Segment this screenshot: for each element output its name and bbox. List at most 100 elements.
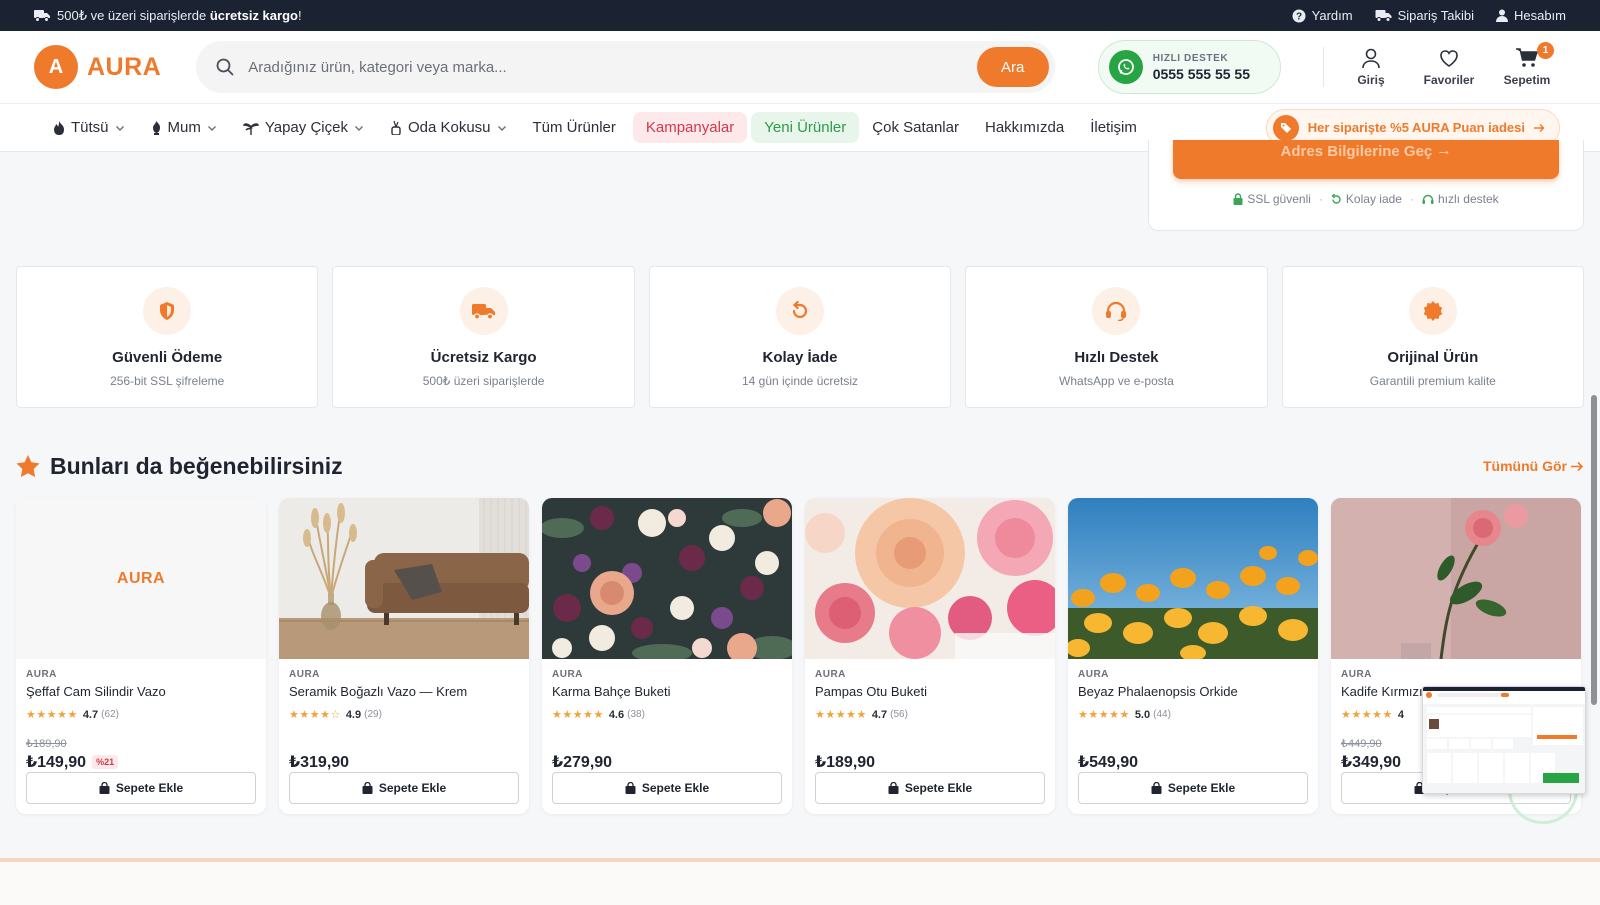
product-price: ₺319,90 <box>289 754 350 771</box>
screenshot-thumbnail[interactable] <box>1422 686 1586 794</box>
lock-icon <box>1233 193 1243 205</box>
chevron-down-icon <box>207 125 216 131</box>
nav-item-tum-urunler[interactable]: Tüm Ürünler <box>520 112 629 143</box>
feature-title: Hızlı Destek <box>1074 349 1159 366</box>
truck-icon <box>34 9 50 22</box>
favorites-button[interactable]: Favoriler <box>1410 47 1488 87</box>
top-announcement-bar: 500₺ ve üzeri siparişlerde ücretsiz karg… <box>0 0 1600 31</box>
placeholder-logo-text: AURA <box>116 569 166 587</box>
nav-item-yeni-urunler[interactable]: Yeni Ürünler <box>751 112 860 143</box>
product-name[interactable]: Pampas Otu Buketi <box>815 684 1045 699</box>
product-brand: AURA <box>26 669 57 680</box>
product-name[interactable]: Beyaz Phalaenopsis Orkide <box>1078 684 1308 699</box>
whatsapp-float-button[interactable] <box>1508 790 1578 824</box>
rating-value: 4.7 <box>871 708 888 721</box>
rating-stars-icon: ★★★★★ <box>26 709 78 721</box>
product-price: ₺279,90 <box>552 754 613 771</box>
proceed-to-address-button[interactable]: Adres Bilgilerine Geç → <box>1173 140 1559 179</box>
headset-icon <box>1422 194 1434 205</box>
product-name[interactable]: Şeffaf Cam Silindir Vazo <box>26 684 256 699</box>
truck-icon <box>1375 9 1392 22</box>
product-image-placeholder: AURA <box>16 498 266 659</box>
points-text: Her siparişte %5 AURA Puan iadesi <box>1307 120 1525 135</box>
chevron-down-icon <box>497 125 506 131</box>
help-link[interactable]: ? Yardım <box>1292 8 1353 23</box>
footer <box>0 862 1600 905</box>
add-to-cart-label: Sepete Ekle <box>378 781 447 795</box>
product-card[interactable]: AURA AURA Şeffaf Cam Silindir Vazo ★★★★★… <box>16 498 266 814</box>
site-header: A AURA Ara HIZLI DESTEK 0555 555 55 55 G… <box>0 31 1600 103</box>
product-name[interactable]: Seramik Boğazlı Vazo — Krem <box>289 684 519 699</box>
product-card[interactable]: AURA Karma Bahçe Buketi ★★★★★ 4.6 (38) ₺27… <box>542 498 792 814</box>
add-to-cart-label: Sepete Ekle <box>904 781 973 795</box>
whatsapp-icon <box>1108 50 1143 84</box>
product-rating: ★★★★★ 4.7 (62) <box>26 708 256 722</box>
nav-label: Mum <box>167 119 201 136</box>
search-icon <box>216 58 234 76</box>
cart-count-badge: 1 <box>1537 42 1554 59</box>
nav-item-cok-satanlar[interactable]: Çok Satanlar <box>859 112 972 143</box>
product-price: ₺349,90 <box>1341 754 1402 771</box>
logo[interactable]: A AURA <box>34 45 161 89</box>
whatsapp-support[interactable]: HIZLI DESTEK 0555 555 55 55 <box>1097 40 1281 94</box>
nav-item-iletisim[interactable]: İletişim <box>1077 112 1150 143</box>
add-to-cart-button[interactable]: Sepete Ekle <box>815 772 1045 804</box>
add-to-cart-button[interactable]: Sepete Ekle <box>26 772 256 804</box>
feature-card: Ücretsiz Kargo 500₺ üzeri siparişlerde <box>332 266 635 408</box>
old-price <box>289 737 519 749</box>
cart-label: Sepetim <box>1503 73 1551 87</box>
product-image <box>805 498 1055 659</box>
product-card[interactable]: AURA Beyaz Phalaenopsis Orkide ★★★★★ 5.0(… <box>1068 498 1318 814</box>
feature-subtitle: 500₺ üzeri siparişlerde <box>422 374 545 388</box>
logo-mark: A <box>34 45 78 89</box>
cart-button[interactable]: Sepetim 1 <box>1488 42 1566 87</box>
feature-title: Güvenli Ödeme <box>112 349 223 366</box>
recommendations-header: Bunları da beğenebilirsiniz Tümünü Gör <box>16 452 1584 480</box>
return-label: Kolay iade <box>1345 192 1402 206</box>
login-button[interactable]: Giriş <box>1332 47 1410 87</box>
account-link[interactable]: Hesabım <box>1495 8 1566 23</box>
product-card[interactable]: AURA Seramik Boğazlı Vazo — Krem ★★★★☆ 4.… <box>279 498 529 814</box>
see-all-link[interactable]: Tümünü Gör <box>1483 458 1584 474</box>
add-to-cart-button[interactable]: Sepete Ekle <box>289 772 519 804</box>
feature-card: Orijinal Ürün Garantili premium kalite <box>1281 266 1585 408</box>
product-name[interactable]: Karma Bahçe Buketi <box>552 684 782 699</box>
headset-icon <box>1092 287 1141 335</box>
user-icon <box>1495 9 1508 22</box>
search-button[interactable]: Ara <box>976 47 1049 87</box>
bag-icon <box>625 782 636 794</box>
proceed-label: Adres Bilgilerine Geç <box>1280 143 1433 160</box>
nav-item-hakkimizda[interactable]: Hakkımızda <box>972 112 1077 143</box>
add-to-cart-label: Sepete Ekle <box>641 781 710 795</box>
bag-icon <box>362 782 373 794</box>
add-to-cart-button[interactable]: Sepete Ekle <box>552 772 782 804</box>
order-tracking-link[interactable]: Sipariş Takibi <box>1375 8 1474 23</box>
ssl-badge: SSL güvenli <box>1233 192 1311 206</box>
account-label: Hesabım <box>1513 8 1566 23</box>
rating-value: 4.7 <box>82 708 99 721</box>
help-icon: ? <box>1292 9 1306 23</box>
nav-item-oda-kokusu[interactable]: Oda Kokusu <box>377 112 520 143</box>
user-icon <box>1360 47 1382 69</box>
support-badge: hızlı destek <box>1422 192 1499 206</box>
nav-item-mum[interactable]: Mum <box>138 112 230 143</box>
rating-count: (62) <box>101 709 119 720</box>
diffuser-icon <box>390 120 402 135</box>
rating-value: 4.6 <box>608 708 625 721</box>
product-brand: AURA <box>1078 669 1109 680</box>
old-price <box>1078 737 1308 749</box>
search-input[interactable] <box>248 58 977 76</box>
nav-item-kampanyalar[interactable]: Kampanyalar <box>632 112 748 143</box>
nav-item-tutsu[interactable]: Tütsü <box>40 112 138 143</box>
rating-count: (38) <box>627 709 645 720</box>
add-to-cart-button[interactable]: Sepete Ekle <box>1078 772 1308 804</box>
product-card[interactable]: AURA Pampas Otu Buketi ★★★★★ 4.7 (56) ₺189… <box>805 498 1055 814</box>
nav-item-yapay-cicek[interactable]: Yapay Çiçek <box>230 112 377 143</box>
feature-title: Kolay İade <box>762 349 838 366</box>
page-scrollbar[interactable] <box>1591 395 1597 705</box>
rating-count: (44) <box>1153 709 1171 720</box>
product-image <box>279 498 529 659</box>
product-image <box>1068 498 1318 659</box>
nav-label: Oda Kokusu <box>407 119 491 136</box>
old-price <box>552 737 782 749</box>
